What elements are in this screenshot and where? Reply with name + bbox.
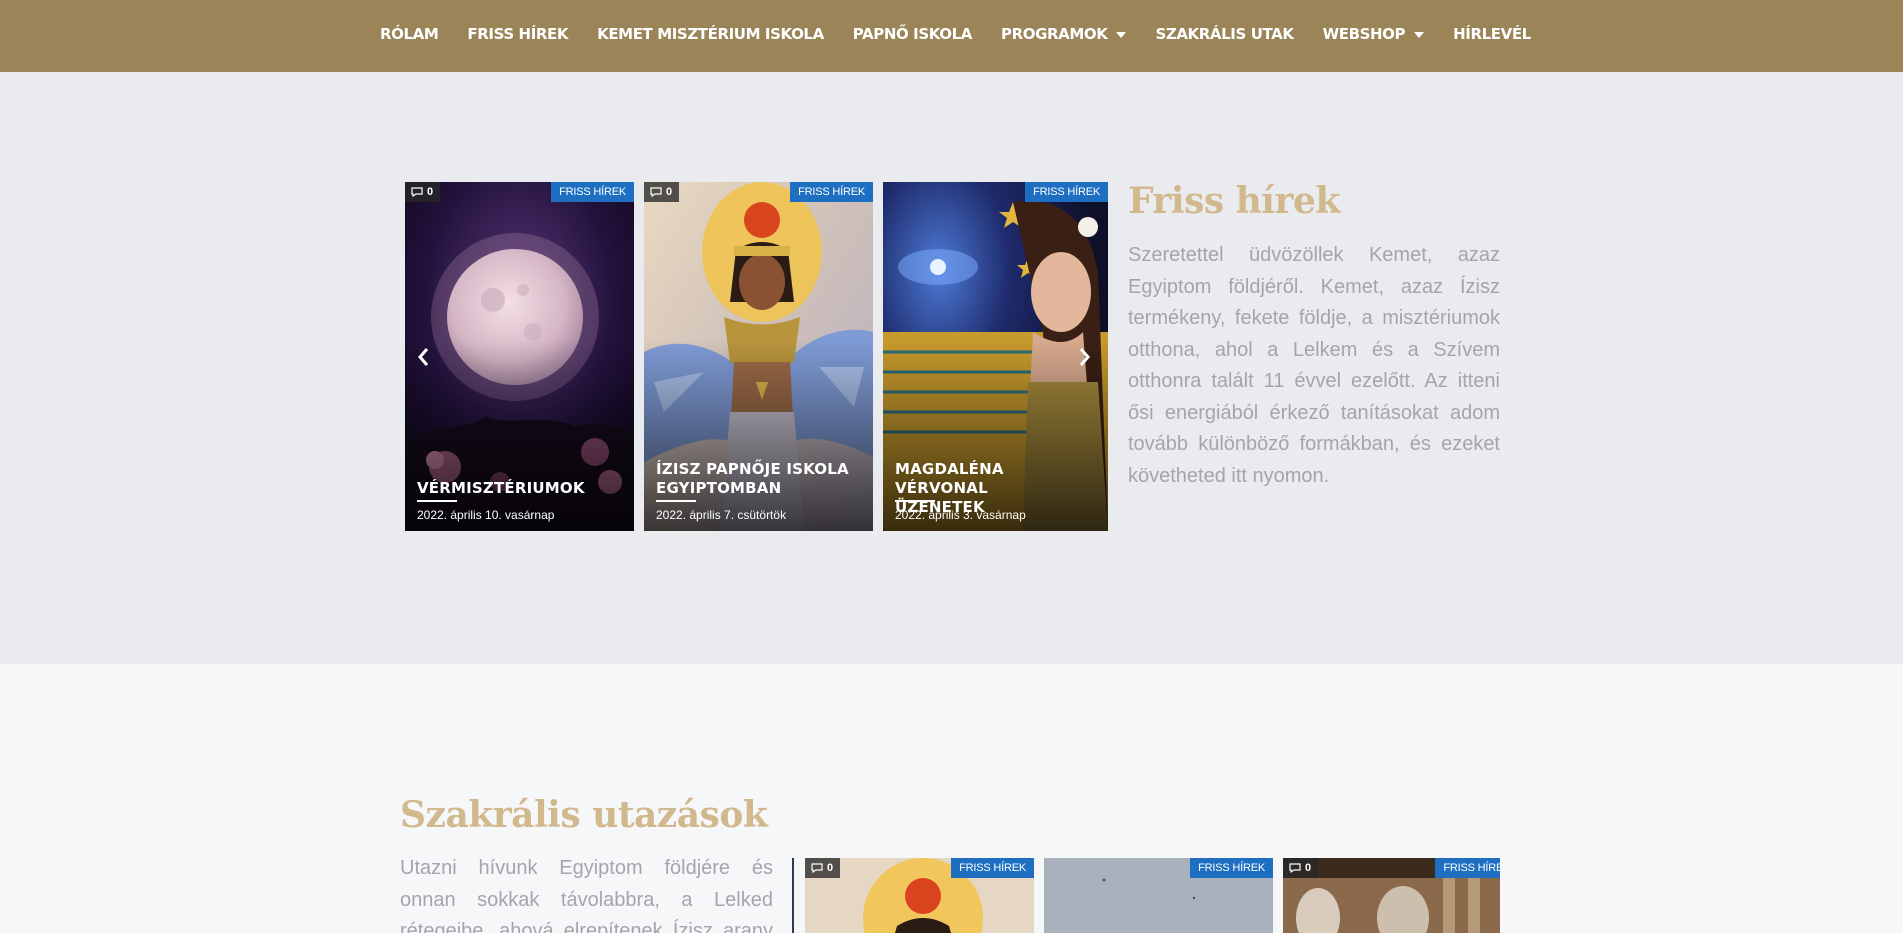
section-divider [792,858,794,933]
nav-item-label: RÓLAM [380,25,439,43]
main-menu: RÓLAM FRISS HÍREK KEMET MISZTÉRIUM ISKOL… [380,0,1560,68]
comment-count: 0 [644,182,680,202]
category-badge[interactable]: FRISS HÍREK [551,182,634,202]
card-title-line: EGYIPTOMBAN [656,479,782,497]
category-badge[interactable]: FRISS HÍREK [1025,182,1108,202]
nav-item-hirlevel[interactable]: HÍRLEVÉL [1453,25,1531,43]
travel-text-line: rétegeibe, ahová elrepítenek Ízisz arany [400,920,773,933]
category-badge[interactable]: FRISS HÍREK [790,182,873,202]
travel-card[interactable]: 0 FRISS HÍREI [1283,858,1500,933]
caret-down-icon [1116,32,1127,38]
category-badge[interactable]: FRISS HÍREK [1190,858,1273,878]
card-divider [895,500,935,502]
comment-count-value: 0 [427,186,434,198]
comment-icon [811,863,823,873]
travel-card[interactable]: FRISS HÍREK [1044,858,1273,933]
comment-count: 0 [405,182,441,202]
card-date: 2022. április 7. csütörtök [656,508,787,522]
nav-item-label: FRISS HÍREK [467,25,569,43]
nav-item-szakralis-utak[interactable]: SZAKRÁLIS UTAK [1155,25,1294,43]
comment-count-value: 0 [1305,862,1312,874]
card-divider [417,500,457,502]
travel-heading: Szakrális utazások [400,794,768,836]
comment-count-value: 0 [827,862,834,874]
comment-count: 0 [1283,858,1319,878]
card-title-line: VÉRMISZTÉRIUMOK [417,479,585,497]
travel-text-line: Utazni hívunk Egyiptom földjére és [400,857,773,879]
card-title-line: ÍZISZ PAPNŐJE ISKOLA [656,460,849,478]
news-card[interactable]: 0 FRISS HÍREK ÍZISZ PAPNŐJE ISKOLA EGYIP… [644,182,873,531]
category-badge[interactable]: FRISS HÍREK [951,858,1034,878]
carousel-prev-button[interactable] [411,342,435,372]
comment-count: 0 [805,858,841,878]
nav-item-label: HÍRLEVÉL [1453,25,1531,43]
top-navigation: RÓLAM FRISS HÍREK KEMET MISZTÉRIUM ISKOL… [0,0,1903,72]
nav-item-label: PROGRAMOK [1001,25,1108,43]
nav-item-programok[interactable]: PROGRAMOK [1001,25,1127,43]
nav-item-webshop[interactable]: WEBSHOP [1323,25,1425,43]
travel-intro-text: Utazni hívunk Egyiptom földjére és onnan… [400,853,773,933]
nav-item-rolam[interactable]: RÓLAM [380,25,439,43]
news-heading: Friss hírek [1128,180,1340,222]
comment-icon [411,187,423,197]
card-title-line: MAGDALÉNA VÉRVONAL [895,460,1004,497]
news-card[interactable]: 0 FRISS HÍREK VÉRMISZTÉRIUMOK 2022. ápri… [405,182,634,531]
travel-card[interactable]: 0 FRISS HÍREK [805,858,1034,933]
travel-text-line: onnan sokkak távolabbra, a Lelked [400,888,773,911]
card-date: 2022. április 3. vasárnap [895,508,1026,522]
nav-item-kemet-miszterium-iskola[interactable]: KEMET MISZTÉRIUM ISKOLA [597,25,824,43]
category-badge[interactable]: FRISS HÍREI [1435,858,1500,878]
nav-item-label: WEBSHOP [1322,25,1406,43]
nav-item-label: PAPNŐ ISKOLA [852,25,973,43]
news-intro-text: Szeretettel üdvözöllek Kemet, azaz Egyip… [1128,244,1500,487]
card-overlay [644,339,873,531]
caret-down-icon [1414,32,1425,38]
comment-icon [1289,863,1301,873]
card-title[interactable]: ÍZISZ PAPNŐJE ISKOLA EGYIPTOMBAN [656,460,863,498]
card-divider [656,500,696,502]
nav-item-papno-iskola[interactable]: PAPNŐ ISKOLA [852,25,973,43]
nav-item-label: SZAKRÁLIS UTAK [1155,25,1294,43]
carousel-next-button[interactable] [1073,342,1097,372]
chevron-right-icon [1079,348,1090,366]
comment-icon [650,187,662,197]
card-title[interactable]: VÉRMISZTÉRIUMOK [417,479,624,498]
nav-item-label: KEMET MISZTÉRIUM ISKOLA [597,25,824,43]
chevron-left-icon [418,348,429,366]
nav-item-friss-hirek[interactable]: FRISS HÍREK [467,25,568,43]
card-date: 2022. április 10. vasárnap [417,508,555,522]
comment-count-value: 0 [666,186,673,198]
card-overlay [405,339,634,531]
